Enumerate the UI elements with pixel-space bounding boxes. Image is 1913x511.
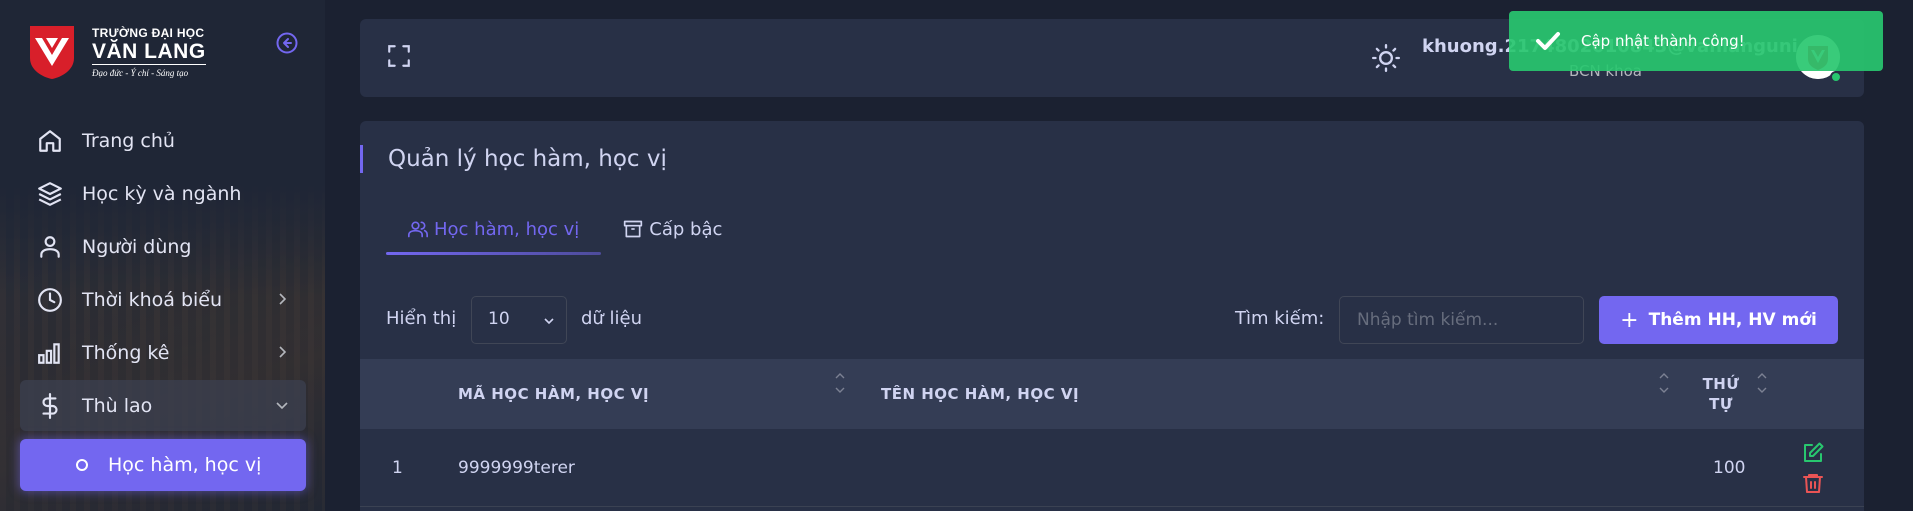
plus-icon: + [1620, 307, 1639, 333]
sidebar-subitem-label: Học hàm, học vị [108, 454, 262, 476]
tab-ranks[interactable]: Cấp bậc [601, 209, 744, 249]
sidebar-item-home[interactable]: Trang chủ [20, 115, 306, 166]
chevron-right-icon [279, 293, 287, 305]
tabs: Học hàm, học vị Cấp bậc [386, 209, 744, 255]
sidebar: TRƯỜNG ĐẠI HỌC VĂN LANG Đạo đức - Ý chí … [0, 0, 325, 511]
column-header-label: THỨ TỰ [1702, 375, 1740, 413]
layers-icon [36, 180, 64, 208]
sort-icon[interactable] [1658, 371, 1670, 395]
page-size-select[interactable]: 10 [471, 296, 567, 344]
edit-icon[interactable] [1801, 441, 1825, 465]
sidebar-item-remuneration[interactable]: Thù lao [20, 380, 306, 431]
tab-label: Cấp bậc [649, 218, 723, 240]
table-row: 1 9999999terer 100 [360, 429, 1864, 507]
row-index: 1 [392, 458, 403, 478]
tab-label: Học hàm, học vị [434, 218, 580, 240]
sidebar-item-label: Học kỳ và ngành [82, 182, 242, 205]
van-lang-shield-logo [30, 26, 74, 79]
sort-icon[interactable] [834, 371, 846, 395]
toast-message: Cập nhật thành công! [1581, 32, 1745, 50]
collapse-sidebar-icon[interactable] [276, 32, 298, 54]
sidebar-item-statistics[interactable]: Thống kê [20, 327, 306, 378]
circle-icon [76, 459, 88, 471]
sort-icon[interactable] [1756, 371, 1768, 395]
sidebar-item-label: Thống kê [82, 341, 170, 364]
sidebar-nav: Trang chủ Học kỳ và ngành Người dùng Thờ… [20, 115, 306, 491]
clock-icon [36, 286, 64, 314]
sidebar-item-label: Thù lao [82, 394, 153, 417]
home-icon [36, 127, 64, 155]
page-size-value: 10 [488, 309, 510, 329]
users-icon [408, 221, 428, 238]
search-label: Tìm kiếm: [1235, 308, 1325, 329]
column-header-label: TÊN HỌC HÀM, HỌC VỊ [881, 385, 1080, 403]
fullscreen-icon[interactable] [386, 43, 412, 69]
logo-line2: VĂN LANG [92, 40, 206, 65]
add-button-label: Thêm HH, HV mới [1648, 310, 1817, 330]
sidebar-subitem-academic-titles[interactable]: Học hàm, học vị [20, 439, 306, 491]
user-icon [36, 233, 64, 261]
sidebar-item-label: Người dùng [82, 235, 192, 258]
row-order: 100 [1713, 458, 1746, 478]
column-header-name[interactable]: TÊN HỌC HÀM, HỌC VỊ [881, 359, 1079, 429]
chevron-down-icon [544, 318, 554, 325]
main-card: Quản lý học hàm, học vị Học hàm, học vị … [360, 121, 1864, 511]
chevron-right-icon [279, 346, 287, 358]
sidebar-item-timetable[interactable]: Thời khoá biểu [20, 274, 306, 325]
success-toast[interactable]: Cập nhật thành công! [1509, 11, 1883, 71]
university-logo[interactable]: TRƯỜNG ĐẠI HỌC VĂN LANG Đạo đức - Ý chí … [28, 24, 206, 80]
search-input[interactable] [1339, 296, 1584, 344]
logo-line1: TRƯỜNG ĐẠI HỌC [92, 26, 205, 40]
column-header-label: MÃ HỌC HÀM, HỌC VỊ [458, 385, 650, 403]
sidebar-item-semester[interactable]: Học kỳ và ngành [20, 168, 306, 219]
sidebar-item-label: Trang chủ [82, 129, 175, 152]
online-status-dot [1830, 71, 1842, 83]
page-title: Quản lý học hàm, học vị [360, 145, 667, 173]
table-header: MÃ HỌC HÀM, HỌC VỊ TÊN HỌC HÀM, HỌC VỊ T… [360, 359, 1864, 429]
trash-icon[interactable] [1801, 471, 1825, 495]
logo-tagline: Đạo đức - Ý chí - Sáng tạo [92, 68, 189, 78]
table-controls: Hiển thị 10 dữ liệu Tìm kiếm: + Thêm HH,… [386, 296, 1838, 344]
column-header-order[interactable]: THỨ TỰ [1698, 359, 1744, 429]
dollar-icon [36, 392, 64, 420]
column-header-code[interactable]: MÃ HỌC HÀM, HỌC VỊ [458, 359, 649, 429]
sidebar-item-label: Thời khoá biểu [82, 288, 223, 311]
check-icon [1536, 32, 1560, 50]
sidebar-item-users[interactable]: Người dùng [20, 221, 306, 272]
add-title-button[interactable]: + Thêm HH, HV mới [1599, 296, 1838, 344]
bar-chart-icon [36, 339, 64, 367]
chevron-down-icon [276, 402, 288, 410]
data-label: dữ liệu [581, 308, 643, 329]
tab-academic-titles[interactable]: Học hàm, học vị [386, 209, 602, 255]
archive-icon [624, 220, 643, 238]
show-label: Hiển thị [386, 308, 457, 329]
sun-icon[interactable] [1372, 44, 1400, 72]
row-code: 9999999terer [458, 458, 575, 478]
